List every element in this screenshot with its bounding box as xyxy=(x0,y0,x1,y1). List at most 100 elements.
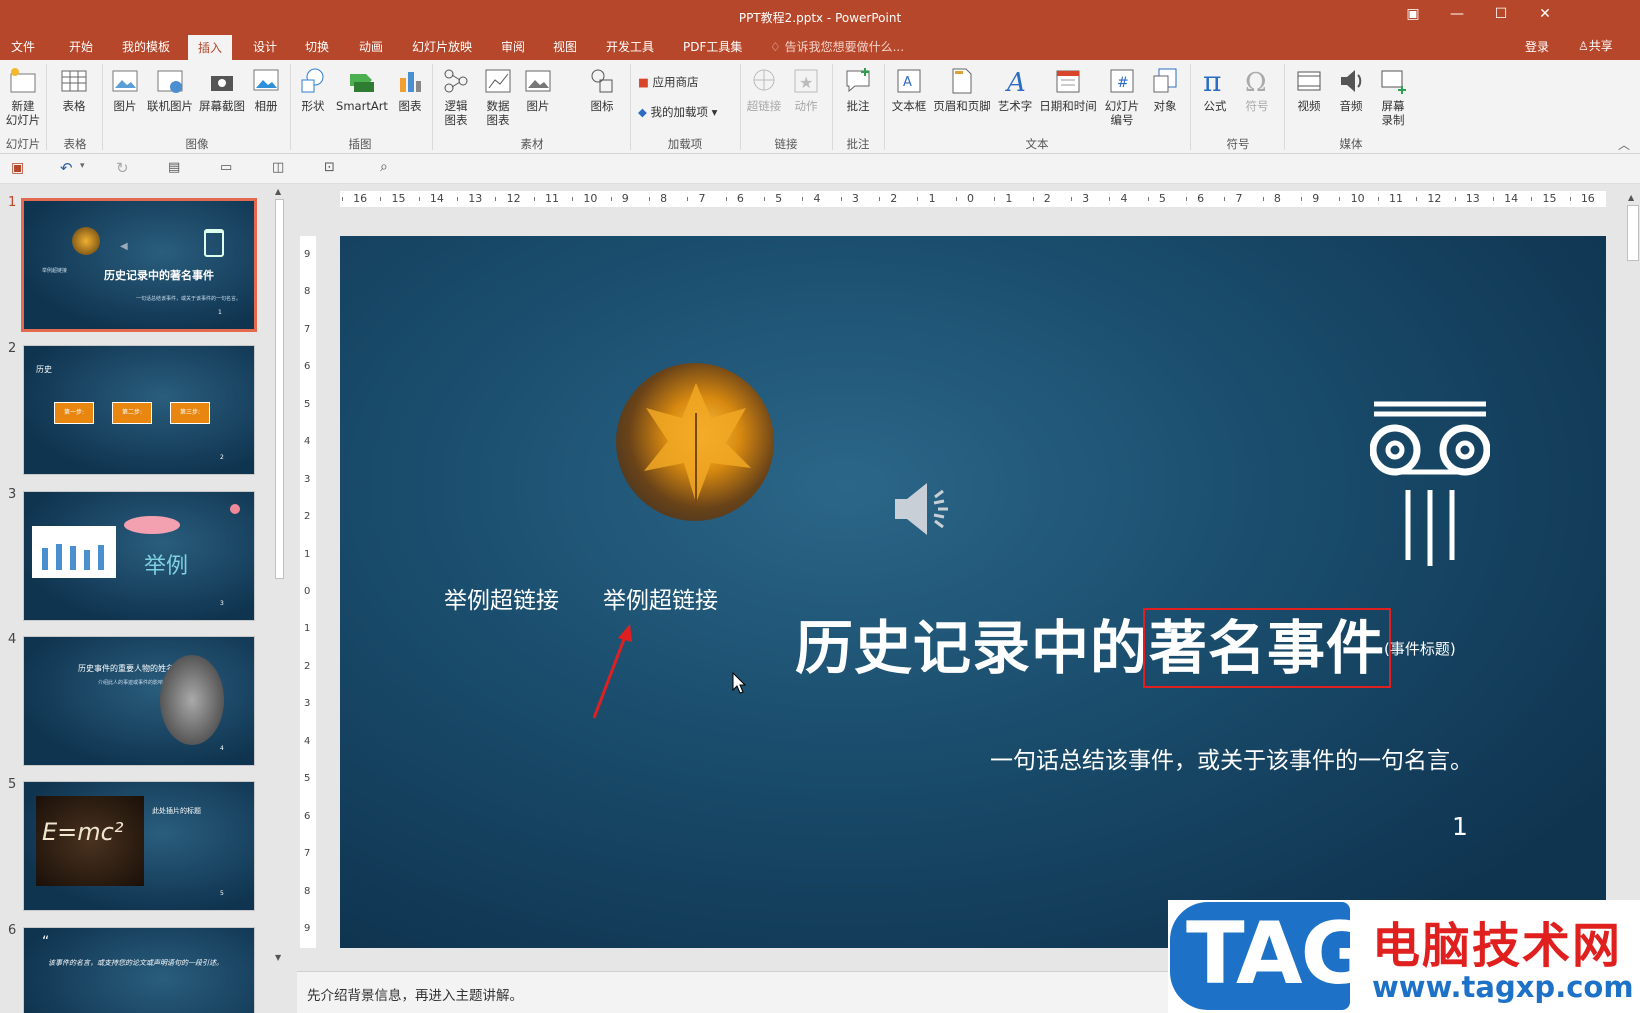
tab-transitions[interactable]: 切换 xyxy=(305,38,329,55)
table-button[interactable]: 表格 xyxy=(55,66,93,113)
my-addins-button[interactable]: ◆ 我的加载项 ▾ xyxy=(638,104,717,120)
slide-thumb-6[interactable]: “ 该事件的名言，或支持您的论文或声明语句的一段引述。 xyxy=(23,927,255,1013)
slide-thumb-4[interactable]: 历史事件的重要人物的姓名 介绍此人的事迹或事件的影响。 4 xyxy=(23,636,255,766)
screen-record-button[interactable]: 屏幕 录制 xyxy=(1376,66,1410,127)
close-icon[interactable]: ✕ xyxy=(1530,6,1560,22)
leaf-image[interactable] xyxy=(616,363,774,521)
slide-thumb-5[interactable]: E=mc² 此处插片的标题 5 xyxy=(23,781,255,911)
ruler-tick-mark xyxy=(802,197,804,201)
ruler-tick-mark xyxy=(1032,197,1034,201)
collapse-ribbon-icon[interactable]: ︿ xyxy=(1618,136,1630,153)
app-store-label: 应用商店 xyxy=(652,75,699,89)
minimize-icon[interactable]: — xyxy=(1442,6,1472,22)
undo-icon[interactable]: ↶ xyxy=(60,159,73,177)
new-slide-button[interactable]: 新建 幻灯片 xyxy=(4,66,42,127)
tab-file[interactable]: 文件 xyxy=(11,38,35,55)
online-picture-button[interactable]: 联机图片 xyxy=(146,66,194,113)
tab-pdf-tools[interactable]: PDF工具集 xyxy=(683,38,742,55)
ruler-tick-mark xyxy=(687,197,689,201)
action-button[interactable]: ★ 动作 xyxy=(788,66,824,113)
ruler-tick-label: 3 xyxy=(304,473,311,485)
separator xyxy=(832,64,833,150)
undo-dropdown-icon[interactable]: ▾ xyxy=(80,161,85,171)
comment-button[interactable]: 批注 xyxy=(840,66,876,113)
thumb-link: 举例超链接 xyxy=(42,268,68,274)
calendar-icon xyxy=(1056,70,1080,93)
datetime-button[interactable]: 日期和时间 xyxy=(1036,66,1100,113)
ruler-tick-mark xyxy=(533,197,535,201)
preview-icon[interactable]: ⌕ xyxy=(380,159,388,175)
notes-text[interactable]: 先介绍背景信息，再进入主题讲解。 xyxy=(307,984,523,1004)
share-button[interactable]: ♙共享 xyxy=(1572,36,1619,55)
ruler-tick-label: 11 xyxy=(545,192,559,205)
picture-button[interactable]: 图片 xyxy=(109,66,141,113)
ruler-tick-label: 2 xyxy=(304,511,311,523)
tab-design[interactable]: 设计 xyxy=(253,38,277,55)
ruler-tick-mark xyxy=(1301,197,1303,201)
slide-thumb-2[interactable]: 历史 第一步: 第二步: 第三步: 2 xyxy=(23,345,255,475)
symbol-button[interactable]: Ω 符号 xyxy=(1240,66,1274,113)
slide-subtitle[interactable]: 一句话总结该事件，或关于该事件的一句名言。 xyxy=(990,741,1473,775)
tab-my-templates[interactable]: 我的模板 xyxy=(122,38,170,55)
present-icon[interactable]: ◫ xyxy=(272,160,284,175)
shapes-label: 形状 xyxy=(301,99,325,113)
scrollbar-thumb[interactable] xyxy=(275,199,284,579)
speaker-icon[interactable] xyxy=(891,479,955,539)
scrollbar-thumb[interactable] xyxy=(1627,205,1639,261)
tab-developer[interactable]: 开发工具 xyxy=(606,38,654,55)
ruler-tick-label: 12 xyxy=(1427,192,1442,205)
object-icon xyxy=(1153,68,1177,93)
slide-thumb-3[interactable]: 举例 3 xyxy=(23,491,255,621)
ruler-tick-mark xyxy=(994,197,996,201)
textbox-qat-icon[interactable]: ▭ xyxy=(220,160,232,175)
icon-button[interactable]: 图标 xyxy=(586,66,618,113)
screenshot-button[interactable]: 屏幕截图 xyxy=(198,66,246,113)
login-link[interactable]: 登录 xyxy=(1525,38,1549,55)
textbox-button[interactable]: A 文本框 xyxy=(890,66,928,113)
logic-chart-button[interactable]: 逻辑 图表 xyxy=(440,66,472,127)
hyperlink-button[interactable]: 超链接 xyxy=(746,66,782,113)
shapes-button[interactable]: 形状 xyxy=(297,66,329,113)
editor-scrollbar[interactable]: ▲ xyxy=(1626,191,1640,1013)
tab-animations[interactable]: 动画 xyxy=(359,38,383,55)
chart-button[interactable]: 图表 xyxy=(394,66,426,113)
svg-text:A: A xyxy=(903,75,912,90)
group-comments-label: 批注 xyxy=(846,137,870,151)
tell-me-search[interactable]: ♢ 告诉我您想要做什么... xyxy=(770,38,904,55)
slide-title[interactable]: 历史记录中的著名事件 xyxy=(795,601,1392,688)
equation-button[interactable]: π 公式 xyxy=(1198,66,1232,113)
ruler-tick-label: 9 xyxy=(1312,192,1320,205)
slide-canvas[interactable]: 举例超链接 举例超链接 历史记录中的著名事件 (事件标题) 一句话总结该事件，或… xyxy=(340,236,1606,948)
ruler-tick-mark xyxy=(1492,197,1494,201)
audio-button[interactable]: 音频 xyxy=(1334,66,1368,113)
wordart-button[interactable]: A 艺术字 xyxy=(996,66,1034,113)
data-chart-button[interactable]: 数据 图表 xyxy=(482,66,514,127)
from-start-icon[interactable]: ▤ xyxy=(168,160,180,175)
save-icon[interactable]: ▣ xyxy=(11,160,24,176)
ruler-tick-mark xyxy=(1416,197,1418,201)
album-button[interactable]: 相册 xyxy=(250,66,282,113)
group-slides-label: 幻灯片 xyxy=(5,137,41,151)
ruler-tick-mark xyxy=(610,197,612,201)
header-footer-button[interactable]: 页眉和页脚 xyxy=(932,66,992,113)
material-picture-button[interactable]: 图片 xyxy=(522,66,554,113)
ribbon-display-icon[interactable]: ▣ xyxy=(1398,6,1428,22)
smartart-button[interactable]: SmartArt xyxy=(334,66,390,113)
app-store-button[interactable]: ■ 应用商店 xyxy=(638,74,699,90)
tab-home[interactable]: 开始 xyxy=(69,38,93,55)
thumbnail-scrollbar[interactable]: ▲ ▼ xyxy=(273,185,285,1013)
hyperlink-text-2[interactable]: 举例超链接 xyxy=(603,581,718,615)
object-button[interactable]: 对象 xyxy=(1148,66,1182,113)
redo-icon[interactable]: ↻ xyxy=(116,159,129,177)
maximize-icon[interactable]: ☐ xyxy=(1486,6,1516,22)
tab-review[interactable]: 审阅 xyxy=(501,38,525,55)
video-button[interactable]: 视频 xyxy=(1292,66,1326,113)
slide-thumb-1[interactable]: ◀ 历史记录中的著名事件 一句话总结该事件，或关于该事件的一句名言。 举例超链接… xyxy=(21,198,257,332)
tab-slideshow[interactable]: 幻灯片放映 xyxy=(412,38,472,55)
slide-show-icon[interactable]: ⊡ xyxy=(324,160,335,175)
slide-number-button[interactable]: # 幻灯片 编号 xyxy=(1102,66,1142,127)
tab-view[interactable]: 视图 xyxy=(553,38,577,55)
ruler-tick-label: 16 xyxy=(1580,192,1595,205)
tab-insert[interactable]: 插入 xyxy=(188,35,233,60)
hyperlink-text-1[interactable]: 举例超链接 xyxy=(444,581,559,615)
